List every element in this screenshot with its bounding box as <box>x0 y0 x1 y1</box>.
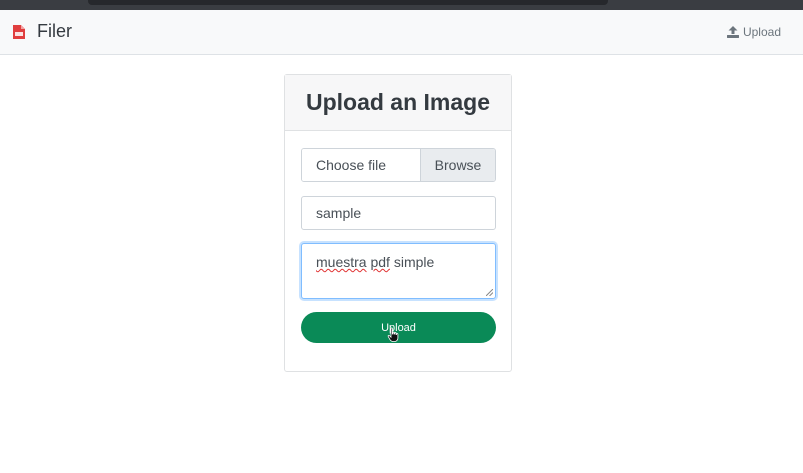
hand-cursor-icon <box>387 327 399 342</box>
description-word-1: muestra <box>316 254 367 270</box>
card-header: Upload an Image <box>285 75 511 131</box>
browse-button[interactable]: Browse <box>420 149 495 181</box>
description-word-2: pdf <box>370 254 390 270</box>
browser-tab-strip <box>88 0 608 5</box>
brand-name: Filer <box>37 21 72 41</box>
upload-icon <box>726 25 739 38</box>
file-input-label[interactable]: Choose file <box>302 149 420 181</box>
brand[interactable]: Filer <box>12 10 72 53</box>
nav-upload-label: Upload <box>742 24 781 39</box>
browser-top-edge <box>0 0 803 10</box>
description-word-3: simple <box>393 254 435 270</box>
nav-upload-link[interactable]: Upload <box>726 10 781 53</box>
pdf-file-icon <box>13 24 25 39</box>
description-textarea[interactable]: muestra pdf simple <box>301 243 496 299</box>
card-title: Upload an Image <box>305 89 491 115</box>
name-input[interactable] <box>301 196 496 230</box>
resize-handle-icon[interactable] <box>486 289 493 296</box>
navbar: Filer Upload <box>0 10 803 55</box>
file-input[interactable]: Choose file Browse <box>301 148 496 182</box>
